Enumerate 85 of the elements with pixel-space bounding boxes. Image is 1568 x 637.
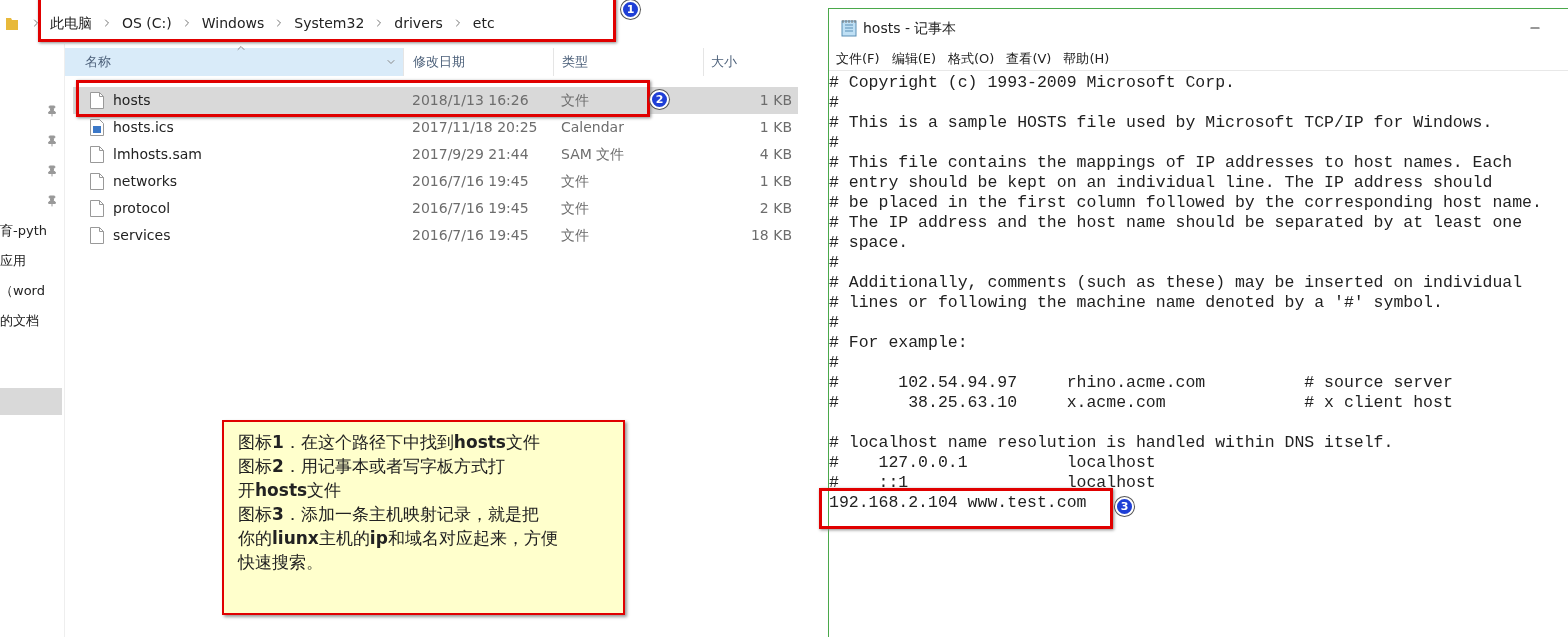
file-type: Calendar	[561, 119, 624, 135]
text-line: # lines or following the machine name denoted by a '#' symbol.	[829, 293, 1443, 313]
file-type: SAM 文件	[561, 146, 625, 162]
text-line: # Copyright (c) 1993-2009 Microsoft Corp.	[829, 73, 1235, 93]
column-header[interactable]: 类型	[553, 48, 703, 76]
text-line: # This file contains the mappings of IP addresses to host names. Each	[829, 153, 1513, 173]
file-icon	[90, 92, 104, 109]
file-size: 1 KB	[758, 172, 792, 191]
file-type: 文件	[561, 200, 589, 216]
breadcrumb-item[interactable]: System32	[294, 12, 365, 34]
text-line: # be placed in the first column followed by the corresponding host name.	[829, 193, 1542, 213]
file-size: 18 KB	[749, 226, 792, 245]
text-line: # entry should be kept on an individual line. The IP address should	[829, 173, 1493, 193]
nav-item[interactable]: （word	[0, 281, 45, 301]
text-line: #	[829, 353, 839, 373]
nav-item[interactable]: 应用	[0, 251, 26, 271]
breadcrumb-item[interactable]: OS (C:)	[122, 12, 172, 34]
folder-icon	[6, 16, 18, 30]
text-line: # This is a sample HOSTS file used by Microsoft TCP/IP for Windows.	[829, 113, 1493, 133]
file-date: 2018/1/13 16:26	[412, 91, 530, 110]
file-date: 2017/9/29 21:44	[412, 145, 530, 164]
text-line: # 102.54.94.97 rhino.acme.com # source server	[829, 373, 1453, 393]
note-line: 快速搜索。	[238, 551, 324, 574]
file-size: 1 KB	[758, 118, 792, 137]
file-size: 2 KB	[758, 199, 792, 218]
breadcrumb-item[interactable]: Windows	[201, 12, 265, 34]
pin-icon[interactable]	[46, 165, 58, 177]
nav-item[interactable]: 育-pyth	[0, 221, 47, 241]
file-type: 文件	[561, 227, 589, 243]
file-name: hosts	[113, 91, 151, 110]
file-name: services	[113, 226, 171, 245]
column-header[interactable]: 名称	[65, 48, 403, 76]
text-line: # Additionally, comments (such as these) may be inserted on individual	[829, 273, 1523, 293]
text-line: #	[829, 313, 839, 333]
text-line: # ::1 localhost	[829, 473, 1156, 493]
nav-item[interactable]: 的文档	[0, 311, 39, 331]
file-date: 2016/7/16 19:45	[412, 199, 530, 218]
column-header[interactable]: 修改日期	[403, 48, 553, 76]
breadcrumb-item[interactable]: 此电脑	[50, 12, 92, 34]
file-name: networks	[113, 172, 178, 191]
menu-item[interactable]: 格式(O)	[948, 48, 995, 69]
note-line: 图标1．在这个路径下中找到hosts文件	[238, 431, 541, 454]
file-icon	[90, 173, 104, 190]
file-icon	[90, 227, 104, 244]
file-type: 文件	[561, 173, 589, 189]
menu-item[interactable]: 文件(F)	[836, 48, 880, 69]
file-date: 2017/11/18 20:25	[412, 118, 539, 137]
file-date: 2016/7/16 19:45	[412, 172, 530, 191]
number-marker: 1	[621, 0, 640, 19]
file-icon	[90, 146, 104, 163]
column-header-label: 名称	[85, 53, 111, 72]
file-icon	[90, 200, 104, 217]
breadcrumb-item[interactable]: etc	[472, 12, 495, 34]
text-line: #	[829, 253, 839, 273]
text-line: #	[829, 93, 839, 113]
text-line: # 127.0.0.1 localhost	[829, 453, 1156, 473]
note-line: 开hosts文件	[238, 479, 343, 502]
text-line: # For example:	[829, 333, 968, 353]
window-title: hosts - 记事本	[863, 18, 957, 38]
text-line: # 38.25.63.10 x.acme.com # x client host	[829, 393, 1453, 413]
menu-item[interactable]: 编辑(E)	[891, 48, 936, 69]
pin-icon[interactable]	[46, 195, 58, 207]
notepad-icon	[840, 19, 858, 37]
pin-icon[interactable]	[46, 135, 58, 147]
text-line: 192.168.2.104 www.test.com	[829, 493, 1087, 513]
text-line: # space.	[829, 233, 909, 253]
column-header[interactable]: 大小	[703, 48, 803, 76]
calendar-file-icon	[90, 119, 104, 136]
text-line: # The IP address and the host name should be separated by at least one	[829, 213, 1523, 233]
text-line: #	[829, 133, 839, 153]
file-size: 1 KB	[758, 91, 792, 110]
note-line: 图标2．用记事本或者写字板方式打	[238, 455, 506, 478]
file-name: hosts.ics	[113, 118, 174, 137]
pin-icon[interactable]	[46, 105, 58, 117]
note-line: 你的liunx主机的ip和域名对应起来，方便	[238, 527, 559, 550]
text-line: # localhost name resolution is handled within DNS itself.	[829, 433, 1394, 453]
file-size: 4 KB	[758, 145, 792, 164]
menu-item[interactable]: 查看(V)	[1006, 48, 1052, 69]
file-type: 文件	[561, 92, 589, 108]
file-name: protocol	[113, 199, 171, 218]
file-date: 2016/7/16 19:45	[412, 226, 530, 245]
note-line: 图标3．添加一条主机映射记录，就是把	[238, 503, 540, 526]
menu-item[interactable]: 帮助(H)	[1063, 48, 1110, 69]
file-name: lmhosts.sam	[113, 145, 202, 164]
breadcrumb-item[interactable]: drivers	[394, 12, 443, 34]
